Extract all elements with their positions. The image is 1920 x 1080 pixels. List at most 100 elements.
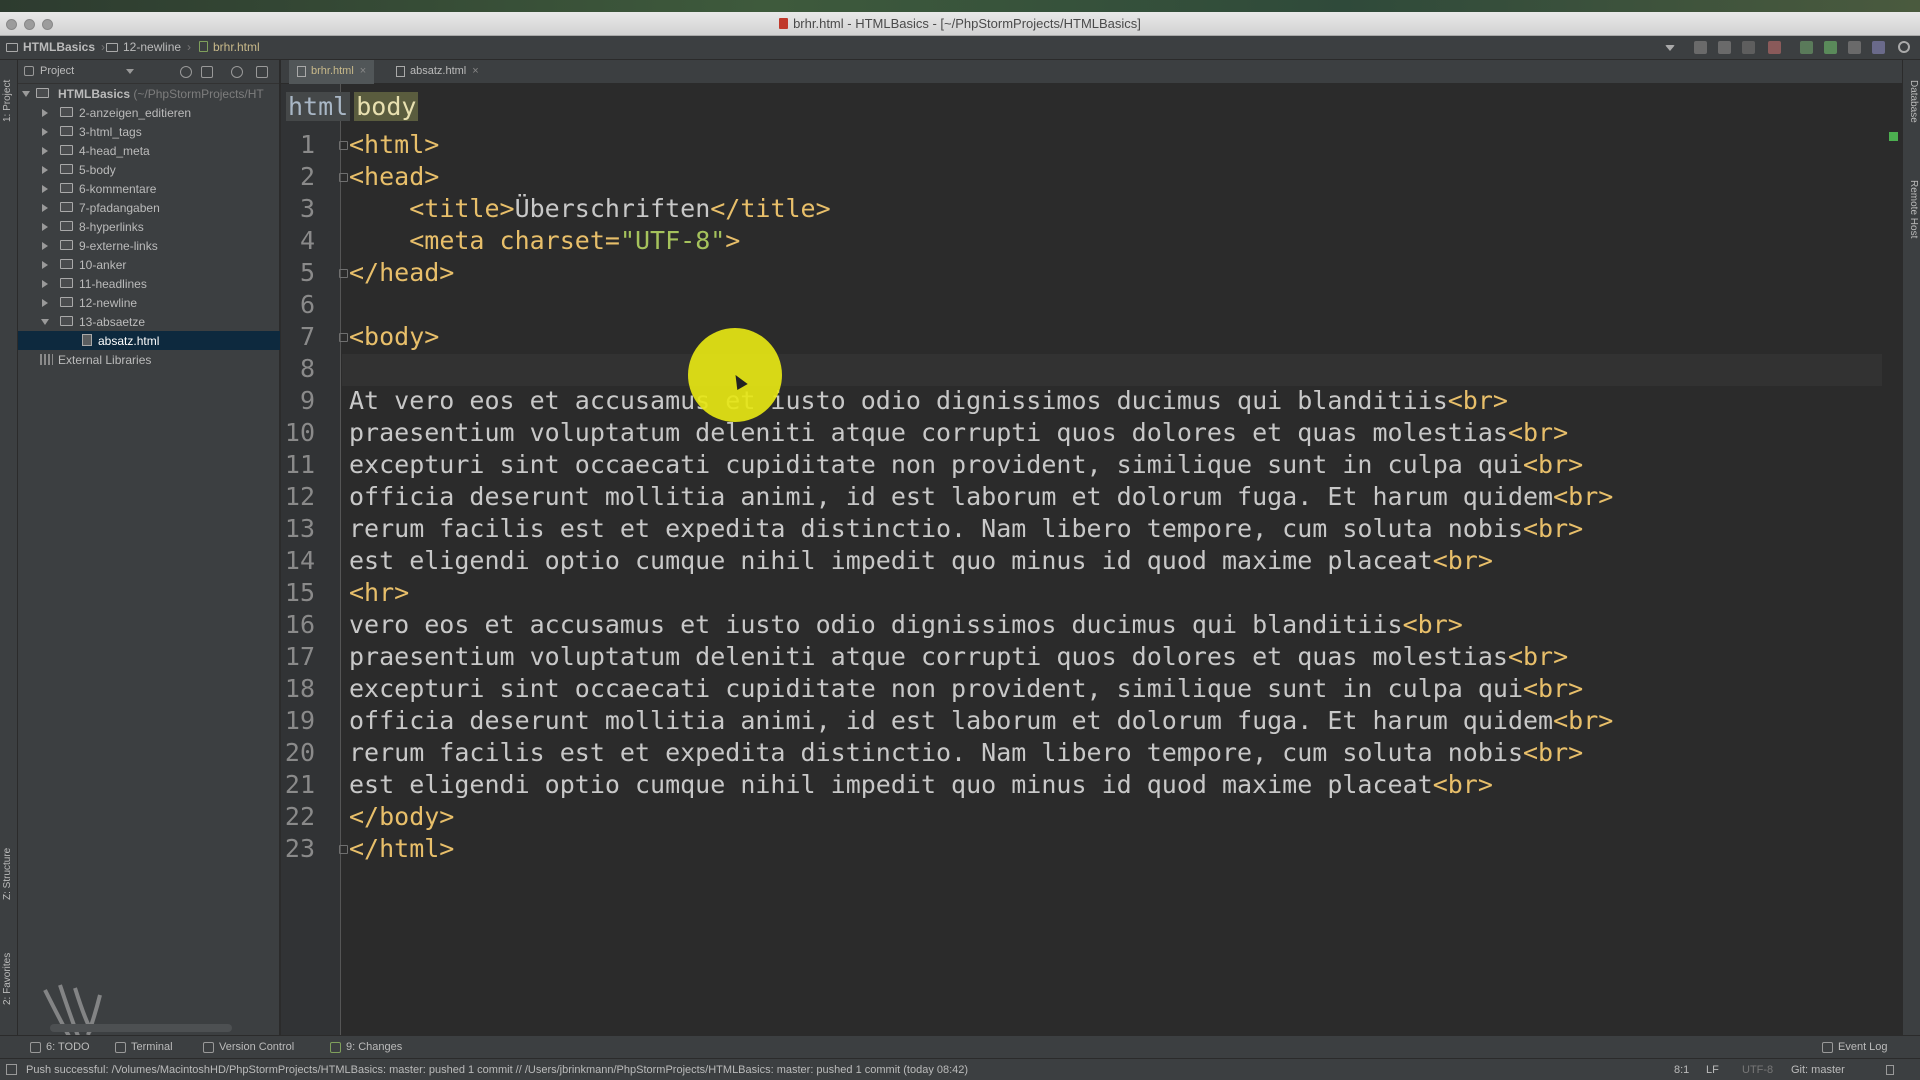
chevron-right-icon[interactable] (42, 109, 48, 117)
vcs-update-icon[interactable] (1800, 41, 1813, 54)
tree-folder-item[interactable]: 11-headlines (18, 274, 280, 293)
git-branch[interactable]: Git: master (1791, 1064, 1845, 1076)
code-line[interactable]: praesentium voluptatum deleniti atque co… (349, 642, 1568, 671)
folder-icon (60, 164, 73, 174)
tree-root[interactable]: HTMLBasics (~/PhpStormProjects/HT (18, 84, 280, 103)
chevron-down-icon[interactable] (22, 91, 30, 97)
tree-folder-item[interactable]: 4-head_meta (18, 141, 280, 160)
chevron-right-icon[interactable] (42, 128, 48, 136)
close-icon[interactable]: × (472, 65, 478, 77)
fold-icon[interactable] (339, 269, 348, 278)
revert-icon[interactable] (1872, 41, 1885, 54)
chevron-right-icon[interactable] (42, 185, 48, 193)
run-icon[interactable] (1694, 41, 1707, 54)
caret-position[interactable]: 8:1 (1674, 1064, 1689, 1076)
code-line[interactable]: <body> (349, 322, 439, 351)
code-line[interactable]: vero eos et accusamus et iusto odio dign… (349, 610, 1463, 639)
code-line[interactable]: <html> (349, 130, 439, 159)
line-separator[interactable]: LF (1706, 1064, 1719, 1076)
tree-external-libraries[interactable]: External Libraries (18, 350, 280, 369)
code-line[interactable]: </head> (349, 258, 454, 287)
code-line[interactable]: <hr> (349, 578, 409, 607)
code-line[interactable]: rerum facilis est et expedita distinctio… (349, 514, 1583, 543)
nav-crumb-folder[interactable]: 12-newline › (106, 40, 191, 54)
tree-folder-item[interactable]: 10-anker (18, 255, 280, 274)
project-tool-tab[interactable]: 1: Project (2, 80, 13, 122)
tree-folder-label: 10-anker (79, 258, 127, 272)
chevron-right-icon[interactable] (42, 261, 48, 269)
code-line[interactable]: rerum facilis est et expedita distinctio… (349, 738, 1583, 767)
code-line[interactable]: officia deserunt mollitia animi, id est … (349, 706, 1613, 735)
chevron-down-icon[interactable] (126, 69, 134, 74)
project-horizontal-scrollbar[interactable] (50, 1024, 232, 1032)
tree-folder-label: 3-html_tags (79, 125, 142, 139)
project-panel-title[interactable]: Project (40, 65, 74, 77)
code-line[interactable]: excepturi sint occaecati cupiditate non … (349, 674, 1583, 703)
chevron-right-icon[interactable] (42, 204, 48, 212)
fold-icon[interactable] (339, 141, 348, 150)
breadcrumb-html[interactable]: html (286, 92, 351, 121)
status-message[interactable]: Push successful: /Volumes/MacintoshHD/Ph… (26, 1064, 968, 1076)
chevron-right-icon[interactable] (42, 223, 48, 231)
code-line[interactable]: praesentium voluptatum deleniti atque co… (349, 418, 1568, 447)
terminal-tool-button[interactable]: Terminal (115, 1041, 173, 1053)
chevron-right-icon[interactable] (42, 299, 48, 307)
debug-icon[interactable] (1718, 41, 1731, 54)
close-icon[interactable]: × (360, 65, 366, 77)
tree-folder-item[interactable]: 8-hyperlinks (18, 217, 280, 236)
compare-icon[interactable] (1848, 41, 1861, 54)
chevron-right-icon[interactable] (42, 147, 48, 155)
todo-tool-button[interactable]: 6: TODO (30, 1041, 90, 1053)
coverage-icon[interactable] (1742, 41, 1755, 54)
code-line[interactable]: officia deserunt mollitia animi, id est … (349, 482, 1613, 511)
file-encoding[interactable]: UTF-8 (1742, 1064, 1773, 1076)
tree-folder-item[interactable]: 9-externe-links (18, 236, 280, 255)
tab-brhr-html[interactable]: brhr.html × (289, 60, 375, 84)
fold-icon[interactable] (339, 173, 348, 182)
code-line[interactable]: est eligendi optio cumque nihil impedit … (349, 770, 1493, 799)
tree-folder-item[interactable]: 7-pfadangaben (18, 198, 280, 217)
database-tool-tab[interactable]: Database (1908, 80, 1919, 123)
remote-host-tool-tab[interactable]: Remote Host (1908, 180, 1919, 238)
collapse-all-icon[interactable] (201, 66, 213, 78)
code-line[interactable]: <head> (349, 162, 439, 191)
tree-folder-item[interactable]: 2-anzeigen_editieren (18, 103, 280, 122)
code-line[interactable]: excepturi sint occaecati cupiditate non … (349, 450, 1583, 479)
event-log-tool-button[interactable]: Event Log (1822, 1041, 1888, 1053)
gear-icon[interactable] (231, 66, 243, 78)
search-everywhere-icon[interactable] (1898, 41, 1910, 53)
chevron-right-icon[interactable] (42, 166, 48, 174)
tree-file-selected[interactable]: absatz.html (18, 331, 280, 350)
changes-tool-button[interactable]: 9: Changes (330, 1041, 402, 1053)
breadcrumb-body[interactable]: body (354, 92, 419, 121)
scroll-from-source-icon[interactable] (180, 66, 192, 78)
structure-tool-tab[interactable]: Z: Structure (2, 848, 13, 900)
chevron-down-icon[interactable] (41, 319, 49, 325)
code-line[interactable]: At vero eos et accusamus et iusto odio d… (349, 386, 1508, 415)
tab-absatz-html[interactable]: absatz.html × (388, 60, 487, 84)
code-line[interactable]: </html> (349, 834, 454, 863)
lock-icon[interactable] (1886, 1065, 1894, 1075)
fold-icon[interactable] (339, 333, 348, 342)
tree-folder-item[interactable]: 3-html_tags (18, 122, 280, 141)
code-line[interactable]: <meta charset="UTF-8"> (349, 226, 740, 255)
code-line[interactable]: est eligendi optio cumque nihil impedit … (349, 546, 1493, 575)
nav-crumb-project[interactable]: HTMLBasics › (6, 40, 105, 54)
tree-folder-item[interactable]: 12-newline (18, 293, 280, 312)
favorites-tool-tab[interactable]: 2: Favorites (2, 953, 13, 1005)
stop-icon[interactable] (1768, 41, 1781, 54)
chevron-right-icon[interactable] (42, 242, 48, 250)
chevron-right-icon[interactable] (42, 280, 48, 288)
hide-panel-icon[interactable] (256, 66, 268, 78)
version-control-tool-button[interactable]: Version Control (203, 1041, 294, 1053)
status-toggle-icon[interactable] (6, 1064, 17, 1075)
tree-folder-item-expanded[interactable]: 13-absaetze (18, 312, 280, 331)
nav-crumb-file[interactable]: brhr.html (199, 40, 260, 54)
tree-folder-item[interactable]: 6-kommentare (18, 179, 280, 198)
vcs-commit-icon[interactable] (1824, 41, 1837, 54)
run-config-dropdown-icon[interactable] (1665, 45, 1675, 51)
tree-folder-item[interactable]: 5-body (18, 160, 280, 179)
code-line[interactable]: <title>Überschriften</title> (349, 194, 830, 223)
fold-icon[interactable] (339, 845, 348, 854)
code-line[interactable]: </body> (349, 802, 454, 831)
